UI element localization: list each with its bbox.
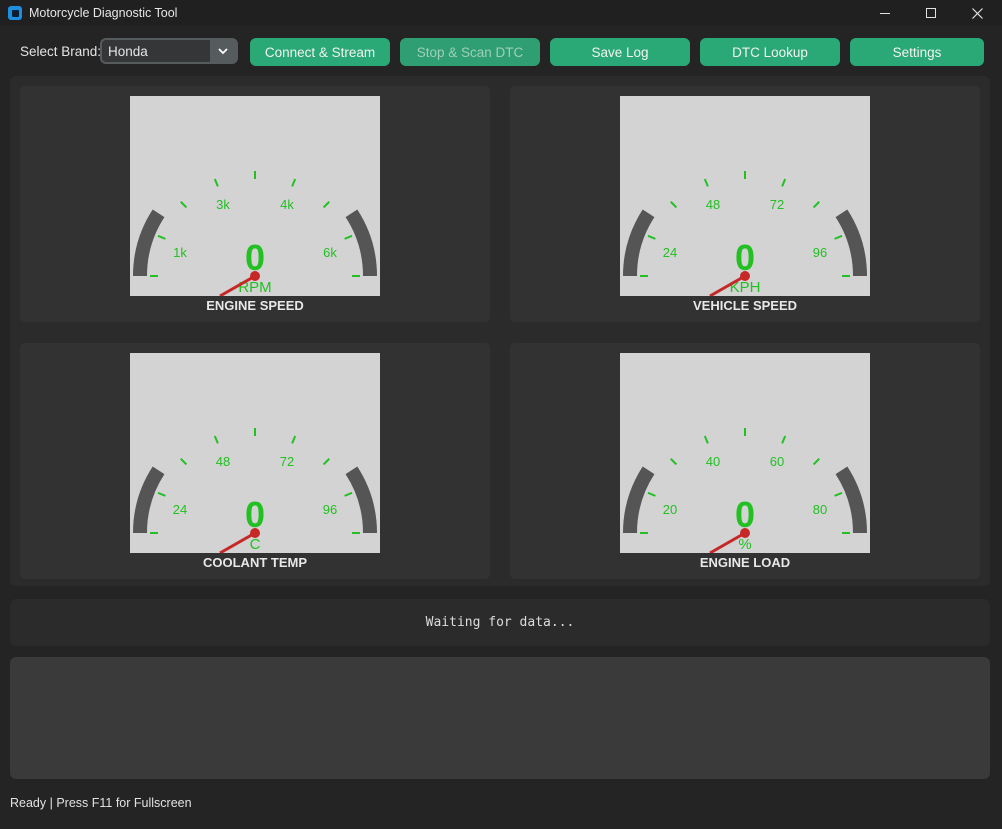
title-bar: Motorcycle Diagnostic Tool — [0, 0, 1002, 26]
chevron-down-icon[interactable] — [210, 40, 236, 62]
close-button[interactable] — [954, 0, 1000, 26]
gauge-tick-label: 96 — [323, 502, 337, 517]
log-textbox[interactable] — [10, 657, 990, 779]
gauge-tick-label: 48 — [706, 197, 720, 212]
close-icon — [971, 7, 983, 19]
gauge-unit: % — [738, 536, 751, 553]
window-title: Motorcycle Diagnostic Tool — [29, 6, 178, 20]
brand-label: Select Brand: — [20, 44, 102, 59]
gauge-tick-label: 4k — [280, 197, 294, 212]
gauge-tick-label: 80 — [813, 502, 827, 517]
gauge-title: ENGINE LOAD — [699, 555, 791, 570]
gauge-tick-label: 40 — [706, 454, 720, 469]
app-icon — [8, 6, 22, 20]
gauge-tick-label: 72 — [770, 197, 784, 212]
save-log-button[interactable]: Save Log — [550, 38, 690, 66]
gauge-hub — [740, 271, 750, 281]
gauge-dial: 2040 60800% — [620, 353, 870, 553]
gauge-title: VEHICLE SPEED — [692, 298, 798, 313]
gauge-coolant-temp: 24 48 72 96 0 C COOLANT TEMP — [20, 343, 490, 579]
gauge-panel: 1k 3k 4k 6k 0 RPM ENGINE SPEED 24 48 72 96 0 KPH VEH… — [10, 76, 990, 586]
gauge-tick-label: 72 — [280, 454, 294, 469]
gauge-engine-load: 20 40 60 80 0% ENGINE LOAD — [510, 343, 980, 579]
connect-stream-button[interactable]: Connect & Stream — [250, 38, 390, 66]
gauge-tick-label: 60 — [770, 454, 784, 469]
settings-button[interactable]: Settings — [850, 38, 984, 66]
gauge-tick-label: 6k — [323, 245, 337, 260]
gauge-tick-label: 24 — [173, 502, 187, 517]
maximize-button[interactable] — [908, 0, 954, 26]
gauge-title: COOLANT TEMP — [203, 555, 307, 570]
gauge-dial: 2448 72960KPH — [620, 96, 870, 296]
minimize-button[interactable] — [862, 0, 908, 26]
gauge-unit: C — [250, 536, 261, 553]
maximize-icon — [926, 8, 936, 18]
status-text: Waiting for data... — [425, 615, 575, 630]
minimize-icon — [880, 12, 890, 14]
gauge-vehicle-speed: 24 48 72 96 0 KPH VEHICLE SPEED — [510, 86, 980, 322]
dtc-lookup-button[interactable]: DTC Lookup — [700, 38, 840, 66]
gauge-tick-label: 3k — [216, 197, 230, 212]
gauge-hub — [250, 271, 260, 281]
gauge-tick-label: 48 — [216, 454, 230, 469]
gauge-dial: 1k3k 4k6k0RPM — [130, 96, 380, 296]
gauge-tick-label: 20 — [663, 502, 677, 517]
gauge-tick-label: 1k — [173, 245, 187, 260]
gauge-title: ENGINE SPEED — [206, 298, 304, 313]
stop-scan-dtc-button[interactable]: Stop & Scan DTC — [400, 38, 540, 66]
status-panel: Waiting for data... — [10, 599, 990, 646]
brand-select[interactable]: Honda — [100, 38, 238, 64]
gauge-tick-label: 96 — [813, 245, 827, 260]
gauge-tick-label: 24 — [663, 245, 677, 260]
gauge-hub — [250, 528, 260, 538]
gauge-engine-speed: 1k 3k 4k 6k 0 RPM ENGINE SPEED — [20, 86, 490, 322]
status-bar-text: Ready | Press F11 for Fullscreen — [10, 796, 192, 810]
brand-select-value: Honda — [108, 44, 148, 59]
gauge-dial: 2448 72960C — [130, 353, 380, 553]
gauge-hub — [740, 528, 750, 538]
